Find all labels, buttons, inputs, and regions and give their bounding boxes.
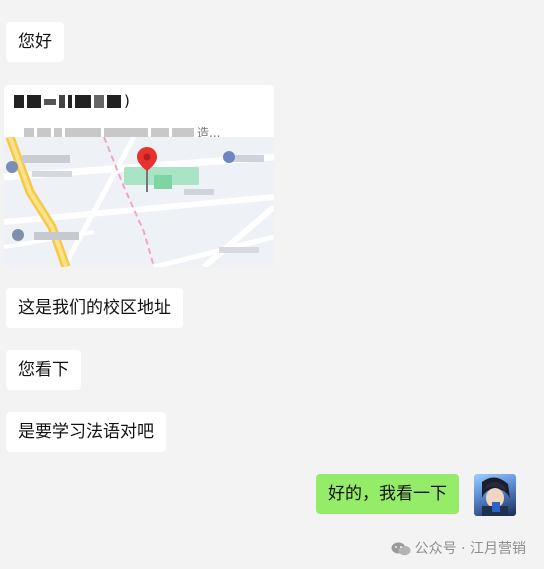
location-address: 造... xyxy=(24,122,223,140)
avatar-image xyxy=(482,477,510,516)
watermark: 公众号 · 江月营销 xyxy=(391,538,526,558)
watermark-text: 公众号 · 江月营销 xyxy=(414,541,526,557)
message-bubble-incoming[interactable]: 这是我们的校区地址 xyxy=(6,288,183,328)
location-card[interactable]: ) 造... xyxy=(4,85,274,267)
location-title-suffix: ) xyxy=(124,92,131,110)
avatar[interactable] xyxy=(474,474,516,516)
location-title: ) xyxy=(14,92,131,110)
message-bubble-incoming[interactable]: 您好 xyxy=(6,22,64,62)
message-bubble-incoming[interactable]: 您看下 xyxy=(6,350,81,390)
message-bubble-outgoing[interactable]: 好的，我看一下 xyxy=(316,474,459,514)
wechat-icon xyxy=(391,542,411,556)
message-bubble-incoming[interactable]: 是要学习法语对吧 xyxy=(6,412,166,452)
map-preview xyxy=(4,137,274,267)
